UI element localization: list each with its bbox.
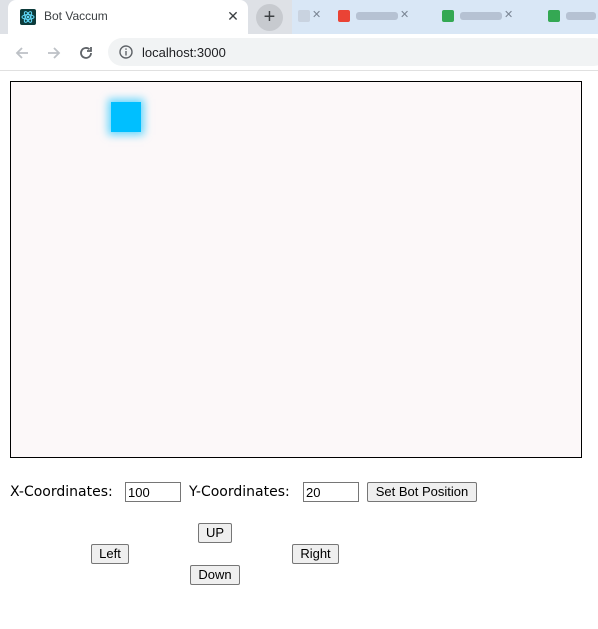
x-coordinate-label: X-Coordinates: bbox=[10, 484, 113, 500]
down-button[interactable]: Down bbox=[190, 565, 240, 585]
up-button[interactable]: UP bbox=[198, 523, 232, 543]
background-tabs: ✕ ✕ ✕ bbox=[292, 0, 598, 34]
y-coordinate-input[interactable] bbox=[303, 482, 359, 502]
close-tab-icon[interactable]: ✕ bbox=[504, 8, 513, 21]
back-arrow-icon[interactable] bbox=[11, 42, 33, 64]
tab-label-blur bbox=[566, 12, 596, 20]
tab-favicon-icon bbox=[298, 10, 310, 22]
sheets-icon bbox=[548, 10, 560, 22]
tab-title: Bot Vaccum bbox=[44, 9, 108, 23]
right-button[interactable]: Right bbox=[292, 544, 339, 564]
react-icon bbox=[20, 9, 36, 25]
reload-icon[interactable] bbox=[75, 42, 97, 64]
y-coordinate-label: Y-Coordinates: bbox=[189, 484, 290, 500]
left-button[interactable]: Left bbox=[91, 544, 129, 564]
info-icon[interactable] bbox=[118, 44, 134, 60]
close-tab-icon[interactable]: ✕ bbox=[400, 8, 409, 21]
google-icon bbox=[338, 10, 350, 22]
x-coordinate-input[interactable] bbox=[125, 482, 181, 502]
tab-label-blur bbox=[356, 12, 398, 20]
tab-strip: Bot Vaccum ✕ + ✕ ✕ ✕ bbox=[0, 0, 598, 34]
forward-arrow-icon[interactable] bbox=[43, 42, 65, 64]
sheets-icon bbox=[442, 10, 454, 22]
address-bar[interactable]: localhost:3000 bbox=[108, 38, 598, 66]
active-tab[interactable]: Bot Vaccum ✕ bbox=[8, 0, 248, 34]
room-area bbox=[10, 81, 582, 458]
url-text: localhost:3000 bbox=[142, 45, 226, 60]
new-tab-button[interactable]: + bbox=[256, 4, 283, 31]
close-tab-icon[interactable]: ✕ bbox=[224, 7, 242, 25]
tab-label-blur bbox=[460, 12, 502, 20]
close-tab-icon[interactable]: ✕ bbox=[312, 8, 321, 21]
bot-vacuum bbox=[111, 102, 141, 132]
set-bot-position-button[interactable]: Set Bot Position bbox=[367, 482, 477, 502]
browser-toolbar: localhost:3000 bbox=[0, 34, 598, 71]
